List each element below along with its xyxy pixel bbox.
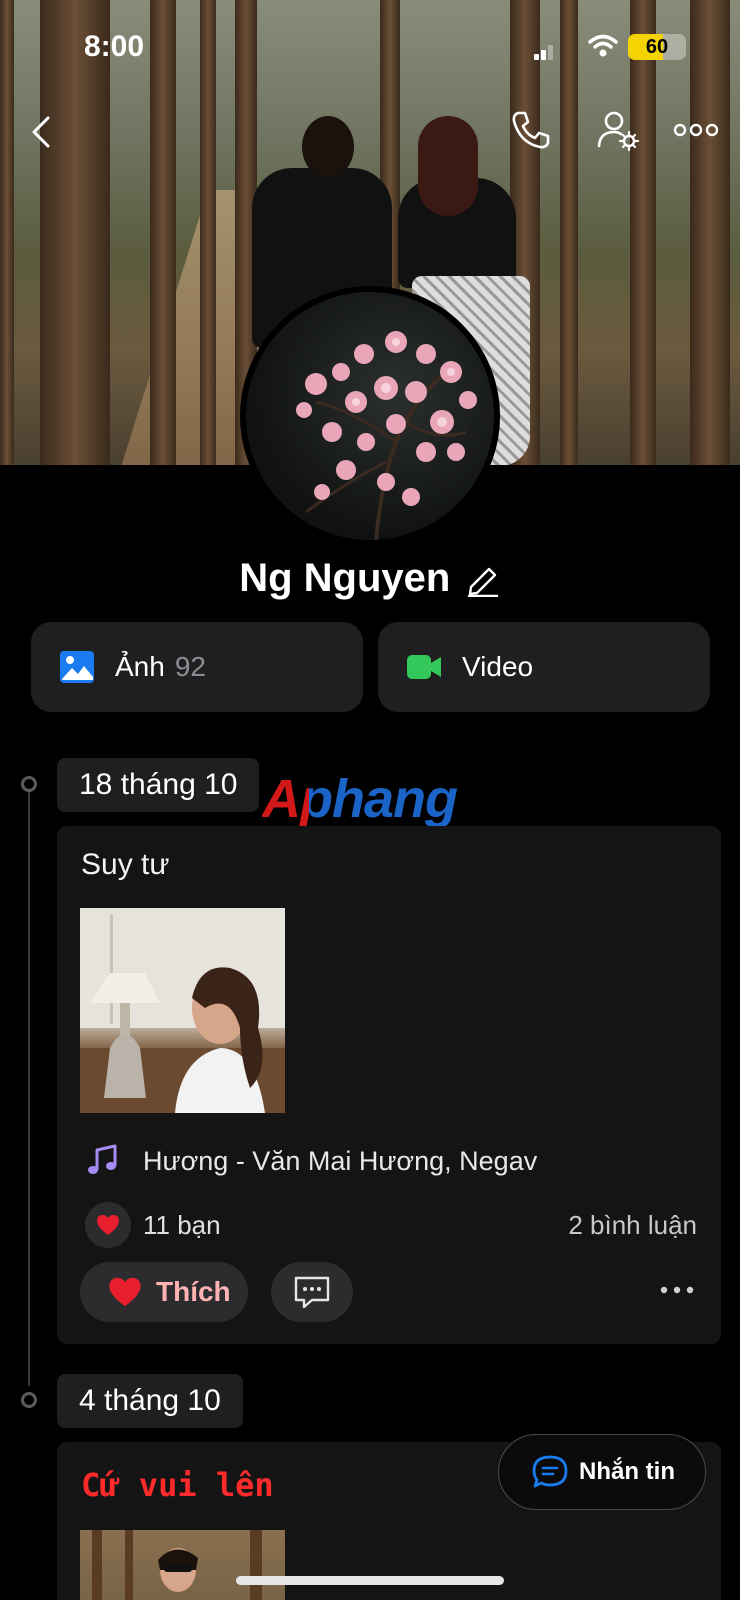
photos-count: 92 bbox=[174, 651, 206, 682]
home-indicator[interactable] bbox=[236, 1576, 504, 1585]
post-photo-image bbox=[80, 908, 285, 1113]
status-time: 8:00 bbox=[84, 30, 145, 63]
like-label: Thích bbox=[156, 1276, 231, 1307]
message-button-label: Nhắn tin bbox=[579, 1458, 675, 1485]
music-note-icon bbox=[88, 1144, 117, 1174]
profile-name: Ng Nguyen bbox=[239, 556, 451, 600]
profile-avatar[interactable] bbox=[240, 286, 500, 546]
post-photo[interactable] bbox=[80, 1530, 285, 1600]
photos-button[interactable]: Ảnh 92 bbox=[31, 622, 363, 712]
post-photo-image bbox=[92, 1530, 262, 1600]
message-button[interactable]: Nhắn tin bbox=[498, 1434, 706, 1510]
timeline-date-badge: 4 tháng 10 bbox=[57, 1374, 243, 1428]
post-card[interactable]: Suy tư Hương - Văn Mai Hương, Negav 11 b bbox=[57, 826, 721, 1344]
post-reactions-row: 11 bạn 2 bình luận bbox=[85, 1200, 697, 1250]
photos-label: Ảnh bbox=[115, 651, 165, 682]
timeline-dot bbox=[21, 1392, 37, 1408]
video-button[interactable]: Video bbox=[378, 622, 710, 712]
status-bar: 8:00 60 bbox=[0, 0, 740, 90]
timeline-date-badge: 18 tháng 10 bbox=[57, 758, 260, 812]
music-title: Hương - Văn Mai Hương, Negav bbox=[143, 1145, 538, 1176]
cellular-signal-icon bbox=[534, 40, 556, 60]
more-options-icon[interactable] bbox=[672, 118, 720, 142]
user-settings-icon[interactable] bbox=[596, 108, 640, 152]
back-icon[interactable] bbox=[22, 112, 62, 152]
reaction-heart[interactable] bbox=[85, 1202, 131, 1248]
timeline-dot bbox=[21, 776, 37, 792]
cover-person-hair bbox=[418, 116, 478, 216]
magnolia-blossom-image bbox=[296, 331, 477, 540]
like-button[interactable]: Thích bbox=[80, 1262, 248, 1322]
post-title: Cứ vui lên bbox=[81, 1466, 274, 1504]
post-more-icon[interactable] bbox=[657, 1278, 697, 1302]
edit-name-icon[interactable] bbox=[465, 561, 501, 597]
battery-indicator: 60 bbox=[628, 34, 686, 60]
wifi-icon bbox=[588, 34, 618, 57]
comment-count[interactable]: 2 bình luận bbox=[568, 1210, 697, 1241]
heart-icon bbox=[109, 1277, 141, 1307]
video-camera-icon bbox=[407, 655, 441, 679]
battery-level-text: 60 bbox=[645, 36, 669, 58]
watermark-logo: Aphang bbox=[262, 769, 458, 829]
video-label: Video bbox=[462, 651, 534, 682]
comment-icon bbox=[294, 1276, 330, 1309]
reaction-count[interactable]: 11 bạn bbox=[143, 1210, 221, 1241]
post-photo[interactable] bbox=[80, 908, 285, 1113]
post-title: Suy tư bbox=[81, 848, 170, 881]
photo-icon bbox=[60, 651, 94, 683]
timeline-line bbox=[28, 786, 30, 1386]
chat-bubble-icon bbox=[532, 1455, 568, 1488]
heart-icon bbox=[97, 1215, 119, 1235]
post-music[interactable]: Hương - Văn Mai Hương, Negav bbox=[85, 1144, 537, 1178]
phone-call-icon[interactable] bbox=[508, 108, 552, 152]
comment-button[interactable] bbox=[271, 1262, 353, 1322]
profile-name-row: Ng Nguyen bbox=[0, 556, 740, 601]
cover-person-head bbox=[302, 116, 354, 178]
